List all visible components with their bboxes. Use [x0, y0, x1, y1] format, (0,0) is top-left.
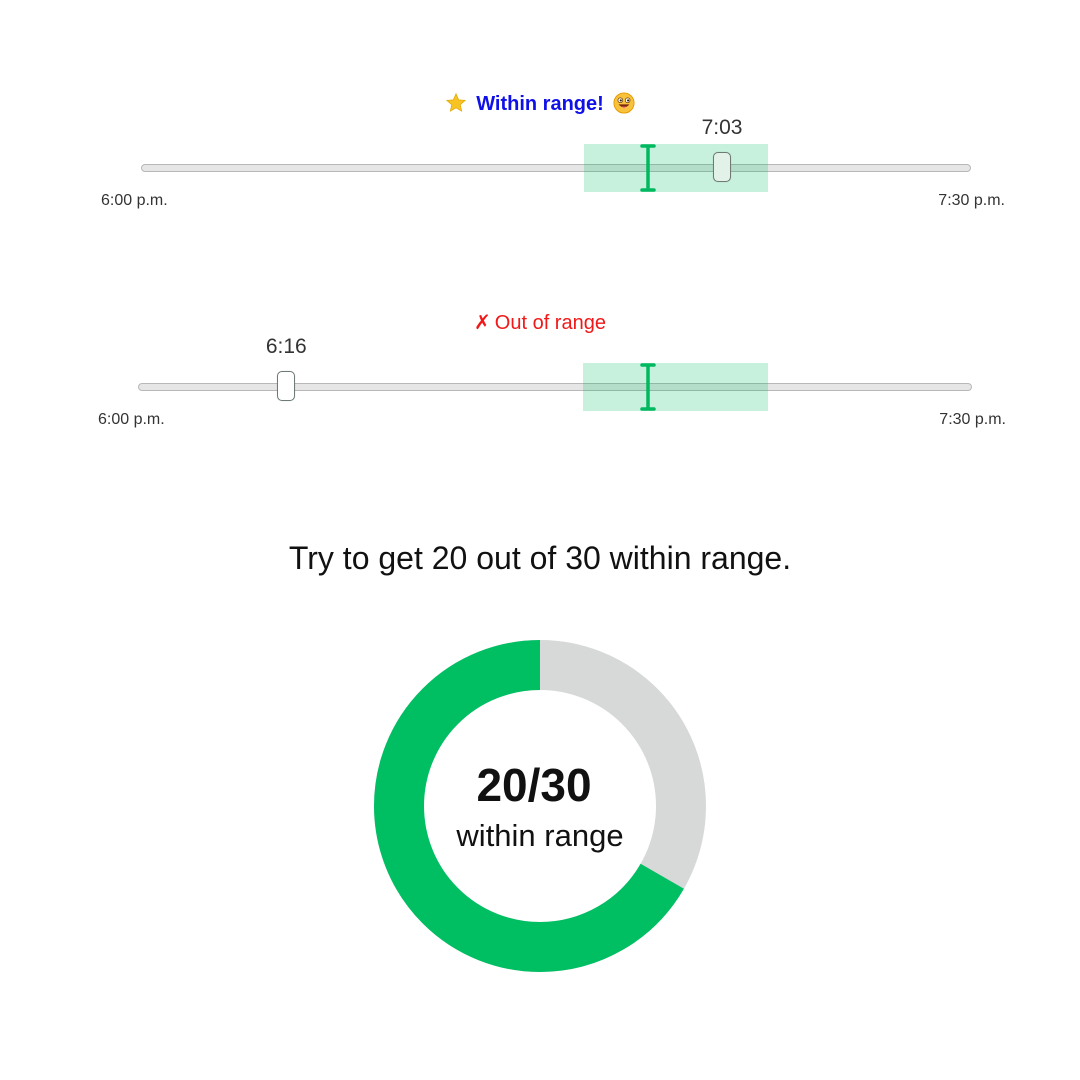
slider-thumb[interactable]	[713, 152, 731, 182]
time-slider-out[interactable]: 6:16 6:00 p.m. 7:30 p.m.	[98, 335, 1006, 428]
score-caption: within range	[456, 818, 624, 853]
slider-value-label: 7:03	[701, 116, 743, 139]
target-marker-icon	[640, 144, 656, 192]
status-text: Out of range	[494, 312, 606, 334]
score-count: 20/30	[476, 759, 592, 811]
grinning-face-tongue-icon	[613, 92, 635, 114]
target-marker-icon	[639, 363, 656, 411]
target-range-band	[583, 144, 769, 192]
target-range-band	[582, 363, 769, 411]
status-out-of-range: ✗ Out of range	[0, 311, 1080, 335]
status-within-range: Within range!	[0, 92, 1080, 116]
status-text: Within range!	[476, 93, 604, 115]
score-donut: 20/30 within range	[374, 640, 706, 972]
slider-value-label: 6:16	[265, 335, 307, 358]
instruction-text: Try to get 20 out of 30 within range.	[288, 540, 792, 576]
star-icon	[445, 92, 467, 114]
slider-max-label: 7:30 p.m.	[938, 192, 1005, 209]
slider-min-label: 6:00 p.m.	[101, 192, 168, 209]
time-slider-within[interactable]: 7:03 6:00 p.m. 7:30 p.m.	[101, 116, 1005, 209]
slider-min-label: 6:00 p.m.	[98, 411, 165, 428]
slider-track[interactable]	[138, 383, 972, 391]
slider-track[interactable]	[141, 164, 971, 172]
slider-max-label: 7:30 p.m.	[939, 411, 1006, 428]
cross-mark-icon: ✗	[474, 312, 491, 334]
slider-thumb[interactable]	[277, 371, 296, 401]
